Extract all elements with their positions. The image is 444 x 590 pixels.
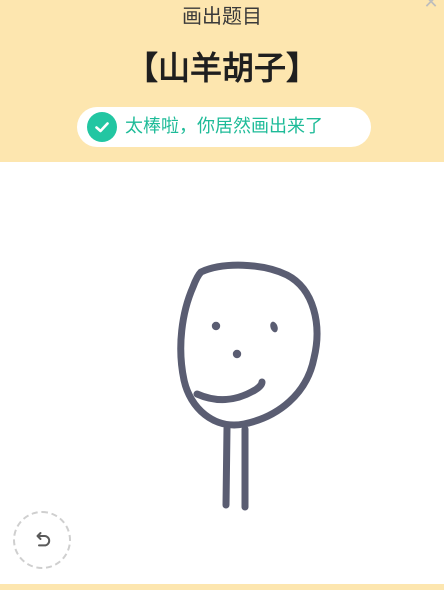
drawing-beard-left-stroke (222, 424, 231, 509)
check-icon (87, 112, 117, 142)
bottom-panel-edge (0, 584, 444, 590)
page-title: 画出题目 (182, 4, 262, 28)
drawing-mouth-stroke (193, 378, 266, 403)
undo-button[interactable] (13, 511, 71, 569)
result-banner: 太棒啦，你居然画出来了 (77, 107, 371, 147)
close-icon[interactable]: ✕ (422, 0, 440, 12)
prompt-word: 【山羊胡子】 (125, 49, 318, 87)
drawing-canvas[interactable] (0, 162, 444, 584)
drawing-head-stroke (177, 261, 321, 429)
drawing-left-eye (211, 321, 221, 331)
drawing-right-eye (270, 321, 278, 333)
undo-icon (36, 532, 51, 547)
drawing-nose (232, 349, 242, 359)
header: 画出题目 ✕ 【山羊胡子】 太棒啦，你居然画出来了 (0, 0, 444, 162)
user-drawing (177, 261, 321, 511)
result-text: 太棒啦，你居然画出来了 (125, 116, 323, 137)
